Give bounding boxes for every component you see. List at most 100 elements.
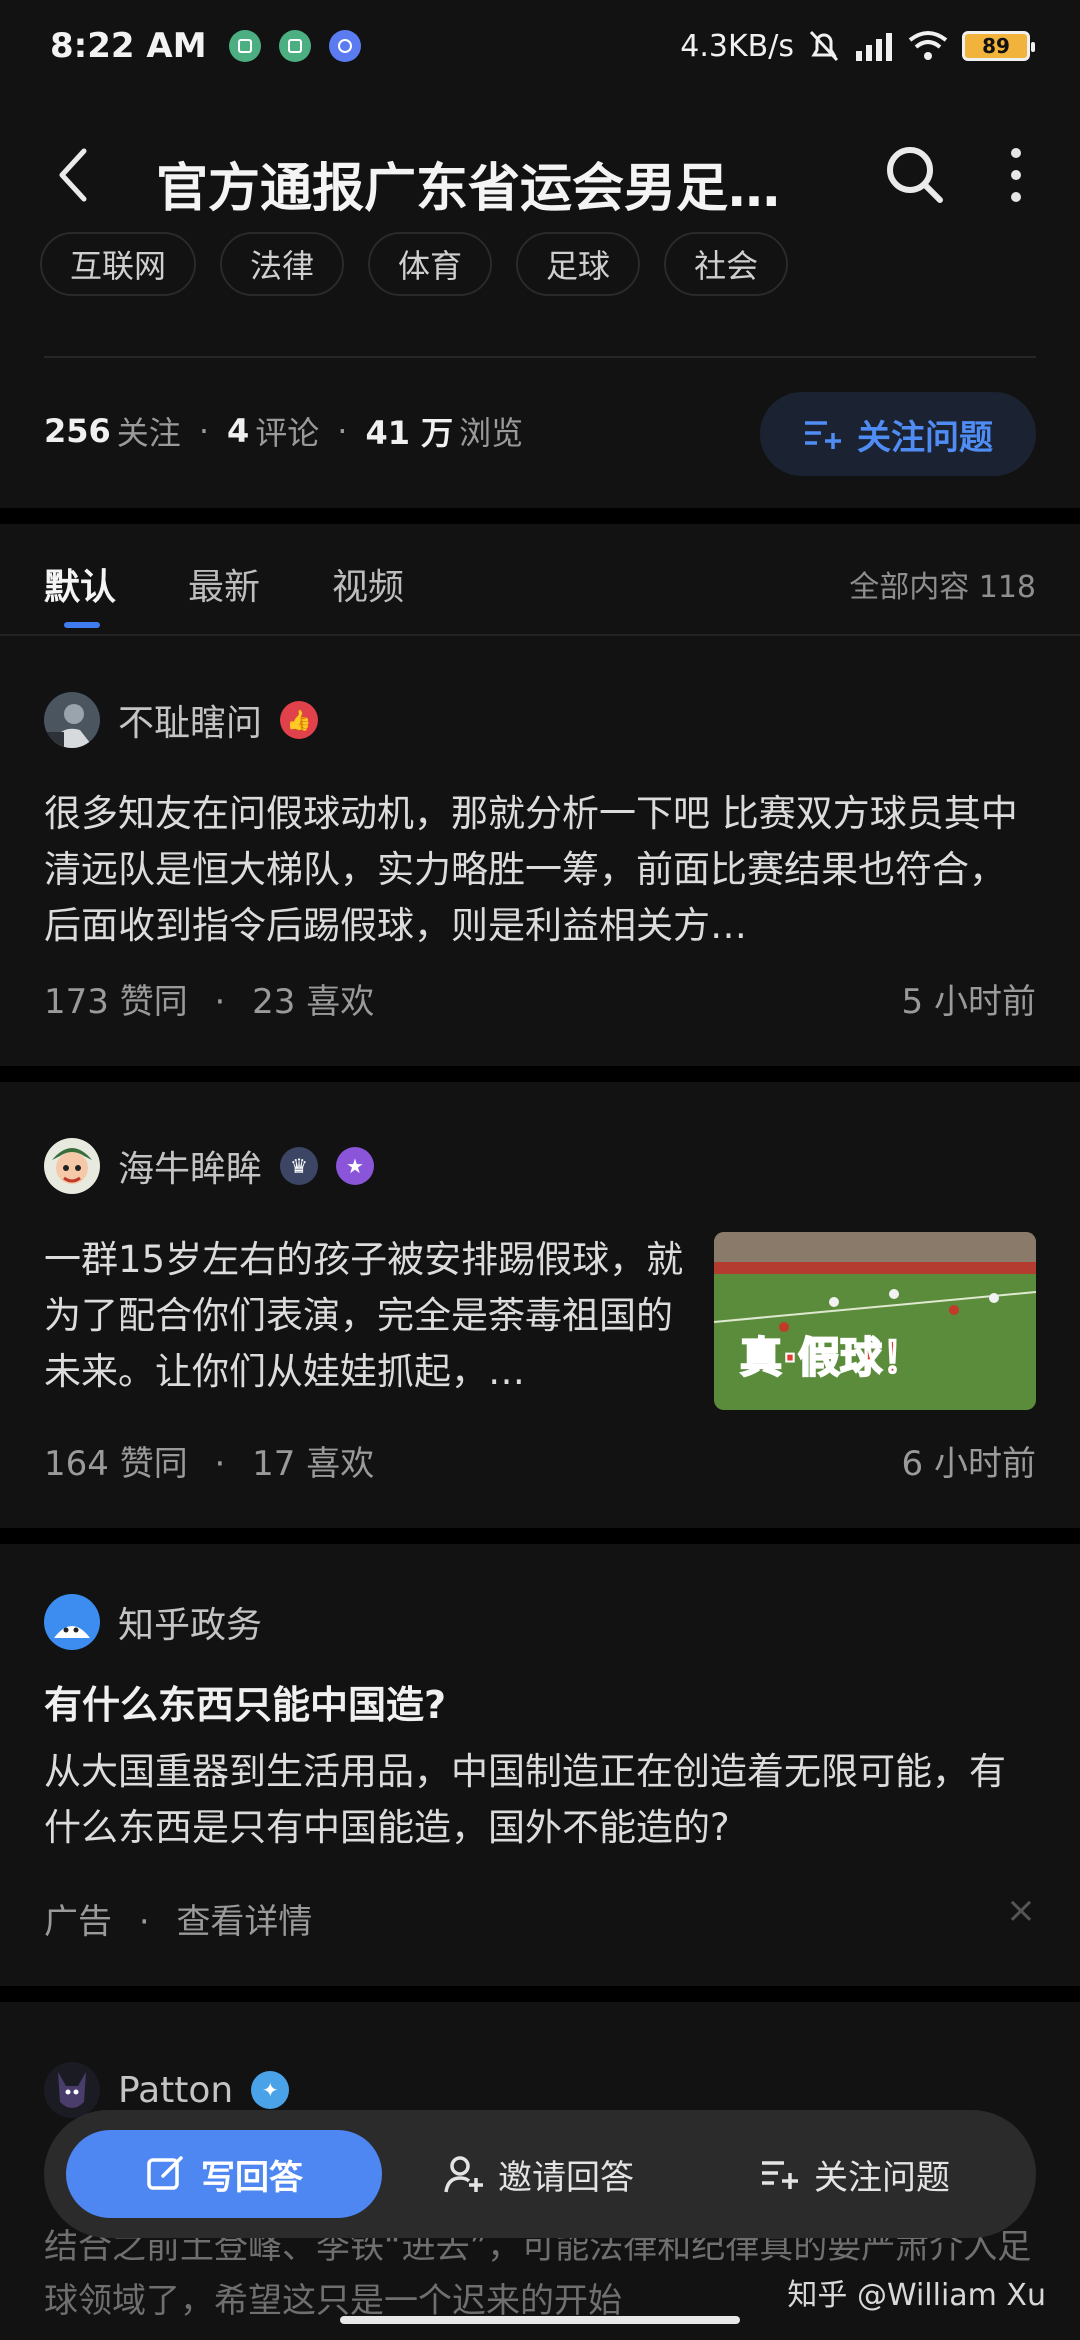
like-label: 喜欢 <box>306 1444 375 1484</box>
views-count: 41 万 <box>365 414 454 452</box>
divider <box>44 356 1036 358</box>
write-answer-label: 写回答 <box>201 2157 303 2198</box>
question-title[interactable]: 官方通报广东省运会男足… <box>156 146 846 221</box>
like-count: 23 <box>252 982 296 1022</box>
more-vertical-icon[interactable] <box>996 140 1036 210</box>
tab-default[interactable]: 默认 <box>44 558 116 610</box>
answer-thumbnail[interactable]: 真·假球！ <box>714 1232 1036 1410</box>
author-name[interactable]: 海牛眸眸 <box>118 1140 262 1192</box>
tag-chip[interactable]: 体育 <box>368 232 493 296</box>
tag-chip[interactable]: 法律 <box>220 232 345 296</box>
follow-question-bottom-label: 关注问题 <box>814 2157 950 2198</box>
followers-count: 256 <box>44 412 111 450</box>
answer-author[interactable]: 不耻瞎问 👍 <box>44 692 319 748</box>
total-content-count: 全部内容 118 <box>849 570 1036 605</box>
answer-excerpt[interactable]: 一群15岁左右的孩子被安排踢假球，就为了配合你们表演，完全是荼毒祖国的未来。让你… <box>44 1232 694 1400</box>
follow-list-icon <box>805 421 841 449</box>
tag-chip[interactable]: 互联网 <box>40 232 197 296</box>
bird-badge-icon: ✦ <box>251 2071 290 2109</box>
ad-card[interactable]: 知乎政务 有什么东西只能中国造? 从大国重器到生活用品，中国制造正在创造着无限可… <box>0 1544 1080 1986</box>
author-name[interactable]: 知乎政务 <box>118 1596 262 1648</box>
tag-chip[interactable]: 社会 <box>664 232 789 296</box>
ad-author[interactable]: 知乎政务 <box>44 1594 262 1650</box>
close-icon[interactable]: × <box>1006 1890 1036 1931</box>
answer-time: 5 小时前 <box>901 982 1036 1022</box>
avatar[interactable] <box>44 1138 100 1194</box>
ad-meta: 广告 · 查看详情 <box>44 1894 312 1943</box>
answer-card[interactable]: 海牛眸眸 ♛ ★ 一群15岁左右的孩子被安排踢假球，就为了配合你们表演，完全是荼… <box>0 1082 1080 1528</box>
upvote-count: 164 <box>44 1444 109 1484</box>
avatar[interactable] <box>44 1594 100 1650</box>
status-time: 8:22 AM <box>50 26 207 66</box>
crown-badge-icon: ♛ <box>280 1147 319 1185</box>
separator: · <box>337 412 348 450</box>
star-badge-icon: ★ <box>336 1147 375 1185</box>
separator: · <box>214 982 226 1022</box>
content-tabs: 默认 最新 视频 全部内容 118 <box>0 540 1080 636</box>
thumbs-up-badge-icon: 👍 <box>280 701 319 739</box>
section-gap <box>0 1066 1080 1082</box>
active-tab-indicator <box>64 622 100 628</box>
ad-label: 广告 <box>44 1902 112 1942</box>
status-right: 4.3KB/s 89 <box>680 28 1035 64</box>
app-notification-icon <box>228 30 261 62</box>
avatar[interactable] <box>44 2062 100 2118</box>
invite-answer-label: 邀请回答 <box>498 2157 634 2198</box>
notification-icons <box>228 30 361 62</box>
ad-detail-link[interactable]: 查看详情 <box>176 1902 312 1942</box>
wifi-icon <box>908 31 948 60</box>
home-indicator[interactable] <box>340 2316 740 2324</box>
back-arrow-icon[interactable] <box>50 145 100 205</box>
follow-question-button[interactable]: 关注问题 <box>760 392 1036 476</box>
follow-question-bottom-button[interactable]: 关注问题 <box>760 2130 950 2218</box>
ad-title[interactable]: 有什么东西只能中国造? <box>44 1674 446 1729</box>
views-label: 浏览 <box>459 414 524 452</box>
write-answer-button[interactable]: 写回答 <box>66 2130 382 2218</box>
followers-label: 关注 <box>116 414 181 452</box>
upvote-label: 赞同 <box>119 1444 188 1484</box>
like-count: 17 <box>252 1444 296 1484</box>
separator: · <box>138 1902 150 1942</box>
add-user-icon <box>444 2156 483 2193</box>
separator: · <box>198 412 209 450</box>
answer-time: 6 小时前 <box>901 1444 1036 1484</box>
invite-answer-button[interactable]: 邀请回答 <box>444 2130 634 2218</box>
avatar[interactable] <box>44 692 100 748</box>
edit-icon <box>147 2156 183 2190</box>
watermark: 知乎 @William Xu <box>787 2278 1046 2313</box>
follow-list-icon <box>762 2161 798 2189</box>
answer-card[interactable]: 不耻瞎问 👍 很多知友在问假球动机，那就分析一下吧 比赛双方球员其中清远队是恒大… <box>0 636 1080 1066</box>
chat-notification-icon <box>328 30 361 62</box>
tag-chip[interactable]: 足球 <box>516 232 641 296</box>
ad-body[interactable]: 从大国重器到生活用品，中国制造正在创造着无限可能，有什么东西是只有中国能造，国外… <box>44 1744 1036 1856</box>
mute-bell-icon <box>809 30 839 62</box>
battery-icon: 89 <box>962 31 1035 61</box>
bottom-action-bar: 写回答 邀请回答 关注问题 <box>44 2110 1036 2238</box>
comments-count[interactable]: 4 <box>227 412 249 450</box>
section-gap <box>0 1986 1080 2002</box>
thumbnail-caption: 真·假球！ <box>740 1333 924 1382</box>
like-label: 喜欢 <box>306 982 375 1022</box>
author-name[interactable]: 不耻瞎问 <box>118 694 262 746</box>
answer-excerpt[interactable]: 很多知友在问假球动机，那就分析一下吧 比赛双方球员其中清远队是恒大梯队，实力略胜… <box>44 786 1036 954</box>
top-bar: 官方通报广东省运会男足… <box>0 120 1080 240</box>
separator: · <box>214 1444 226 1484</box>
upvote-label: 赞同 <box>119 982 188 1022</box>
question-stats: 256 关注 · 4 评论 · 41 万 浏览 <box>44 408 523 454</box>
comments-label[interactable]: 评论 <box>255 408 319 454</box>
app-notification-icon <box>278 30 311 62</box>
network-speed: 4.3KB/s <box>680 28 794 64</box>
status-bar: 8:22 AM 4.3KB/s 89 <box>0 0 1080 92</box>
answer-meta: 173 赞同 · 23 喜欢 <box>44 974 374 1023</box>
tab-video[interactable]: 视频 <box>332 558 404 610</box>
section-gap <box>0 1528 1080 1544</box>
signal-icon <box>856 33 892 61</box>
answer-author[interactable]: 海牛眸眸 ♛ ★ <box>44 1138 375 1194</box>
tab-latest[interactable]: 最新 <box>188 558 260 610</box>
answer-meta: 164 赞同 · 17 喜欢 <box>44 1436 374 1485</box>
search-icon[interactable] <box>880 140 950 210</box>
author-name[interactable]: Patton <box>118 2070 233 2111</box>
follow-question-label: 关注问题 <box>857 417 993 458</box>
section-gap <box>0 508 1080 524</box>
upvote-count: 173 <box>44 982 109 1022</box>
